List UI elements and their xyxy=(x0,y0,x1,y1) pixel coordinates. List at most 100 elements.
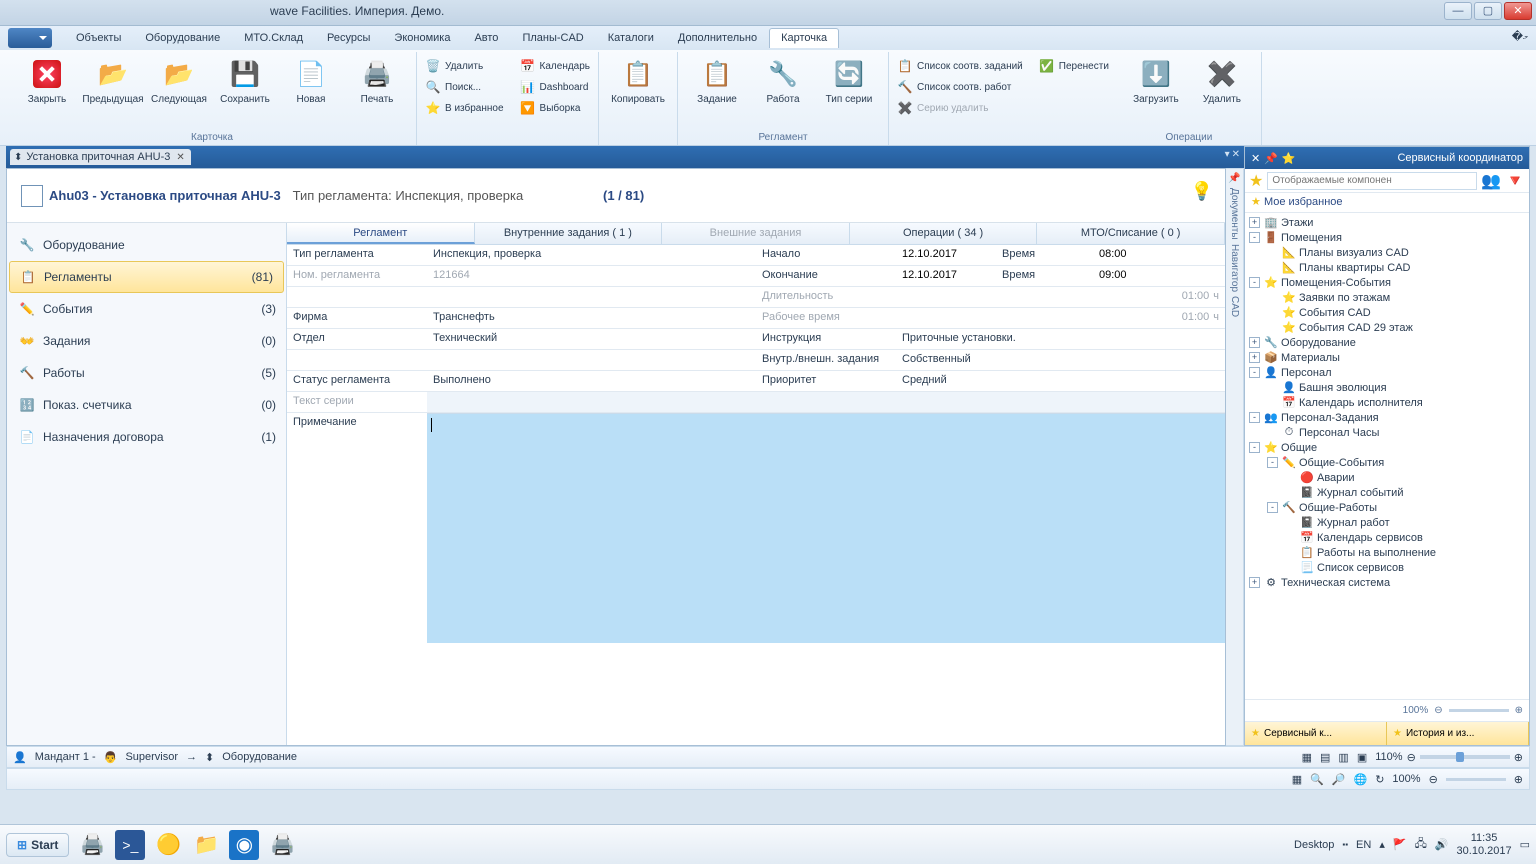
task-source-value[interactable]: Собственный xyxy=(896,350,1225,370)
view-mode-3-icon[interactable]: ▥ xyxy=(1338,751,1348,764)
zoom-out-icon[interactable]: ⊖ xyxy=(1429,773,1438,786)
app-zoom-slider[interactable] xyxy=(1446,778,1506,781)
ribbon-button[interactable]: 💾Сохранить xyxy=(214,54,276,128)
tree-node[interactable]: 📐Планы квартиры CAD xyxy=(1245,260,1529,275)
zoom-icon[interactable]: 🔎 xyxy=(1332,773,1346,786)
zoom-out-icon[interactable]: ⊖ xyxy=(1407,751,1416,764)
tree-node[interactable]: 👤Башня эволюция xyxy=(1245,380,1529,395)
nav-bottom-tab-1[interactable]: ★Сервисный к... xyxy=(1245,722,1387,745)
department-value[interactable]: Технический xyxy=(427,329,756,349)
view-mode-2-icon[interactable]: ▤ xyxy=(1320,751,1330,764)
tree-node[interactable]: +⚙Техническая система xyxy=(1245,575,1529,590)
instruction-value[interactable]: Приточные установки. xyxy=(896,329,1225,349)
clock[interactable]: 11:3530.10.2017 xyxy=(1457,832,1512,858)
ribbon-button[interactable]: 🖨️Печать xyxy=(346,54,408,128)
search-icon[interactable]: 🔍 xyxy=(1310,773,1324,786)
tree-node[interactable]: -🚪Помещения xyxy=(1245,230,1529,245)
end-time-value[interactable]: 09:00 xyxy=(1093,266,1193,286)
tree-node[interactable]: -⭐Помещения-События xyxy=(1245,275,1529,290)
zoom-in-icon[interactable]: ⊕ xyxy=(1514,773,1523,786)
status-value[interactable]: Выполнено xyxy=(427,371,756,391)
ribbon-button[interactable]: ⬇️Загрузить xyxy=(1125,54,1187,128)
show-desktop-button[interactable]: Desktop xyxy=(1294,839,1334,851)
pin-icon[interactable]: 📌 xyxy=(1228,173,1240,184)
nav-filter-icon[interactable]: 🔻 xyxy=(1505,171,1525,191)
ribbon-small-button[interactable]: 📊Dashboard xyxy=(516,77,594,97)
ribbon-button[interactable]: Закрыть xyxy=(16,54,78,128)
start-button[interactable]: ⊞Start xyxy=(6,833,69,857)
taskbar-device-icon[interactable]: 🖨️ xyxy=(267,830,297,860)
maximize-button[interactable]: ▢ xyxy=(1474,2,1502,20)
tree-node[interactable]: -✏️Общие-События xyxy=(1245,455,1529,470)
taskbar-chrome-icon[interactable]: 🟡 xyxy=(153,830,183,860)
zoom-in-icon[interactable]: ⊕ xyxy=(1514,751,1523,764)
tray-network-icon[interactable]: 🖧 xyxy=(1415,835,1427,854)
menu-item[interactable]: Каталоги xyxy=(596,28,666,48)
form-tab[interactable]: Регламент xyxy=(287,223,475,244)
tree-node[interactable]: -👤Персонал xyxy=(1245,365,1529,380)
tabstrip-close-icon[interactable]: ✕ xyxy=(1232,149,1240,160)
nav-favorites-link[interactable]: Мое избранное xyxy=(1264,196,1343,208)
tray-chevron-icon[interactable]: ▴ xyxy=(1379,838,1385,851)
view-mode-4-icon[interactable]: ▣ xyxy=(1357,751,1367,764)
taskbar-explorer-icon[interactable]: 📁 xyxy=(191,830,221,860)
tree-node[interactable]: 📅Календарь сервисов xyxy=(1245,530,1529,545)
ribbon-button[interactable]: 🔧Работа xyxy=(752,54,814,128)
document-tab[interactable]: ⬍ Установка приточная AHU-3 ✕ xyxy=(10,149,191,165)
tree-node[interactable]: 📅Календарь исполнителя xyxy=(1245,395,1529,410)
hint-bulb-icon[interactable]: 💡 xyxy=(1191,181,1213,202)
tabstrip-dropdown-icon[interactable]: ▾ xyxy=(1225,149,1230,160)
breadcrumb-equipment[interactable]: Оборудование xyxy=(222,751,297,763)
tree-node[interactable]: +📦Материалы xyxy=(1245,350,1529,365)
ribbon-small-button[interactable]: 🗑️Удалить xyxy=(421,56,508,76)
ribbon-button[interactable]: 📋Копировать xyxy=(607,54,669,128)
tree-node[interactable]: 📐Планы визуализ CAD xyxy=(1245,245,1529,260)
priority-value[interactable]: Средний xyxy=(896,371,1225,391)
zoom-in-icon[interactable]: ⊕ xyxy=(1515,705,1523,716)
fav-star-icon[interactable]: ★ xyxy=(1249,171,1263,191)
sidenav-item[interactable]: 👐Задания(0) xyxy=(7,325,286,357)
tree-node[interactable]: ⭐События CAD 29 этаж xyxy=(1245,320,1529,335)
ribbon-button[interactable]: ✖️Удалить xyxy=(1191,54,1253,128)
help-icon[interactable]: �މ xyxy=(1512,30,1528,44)
menu-item[interactable]: Оборудование xyxy=(133,28,232,48)
tree-node[interactable]: 📓Журнал событий xyxy=(1245,485,1529,500)
tree-node[interactable]: +🏢Этажи xyxy=(1245,215,1529,230)
nav-zoom-slider[interactable] xyxy=(1449,709,1509,712)
menu-item[interactable]: Карточка xyxy=(769,28,839,48)
sidenav-item[interactable]: 📄Назначения договора(1) xyxy=(7,421,286,453)
sidenav-item[interactable]: 🔢Показ. счетчика(0) xyxy=(7,389,286,421)
ribbon-small-button[interactable]: ✅Перенести xyxy=(1035,56,1113,76)
end-date-value[interactable]: 12.10.2017 xyxy=(896,266,996,286)
language-indicator[interactable]: EN xyxy=(1356,839,1371,851)
menu-item[interactable]: Дополнительно xyxy=(666,28,769,48)
ribbon-button[interactable]: 🔄Тип серии xyxy=(818,54,880,128)
ribbon-button[interactable]: 📂Предыдущая xyxy=(82,54,144,128)
tray-rect-icon[interactable]: ▭ xyxy=(1520,838,1530,851)
sidenav-item[interactable]: 🔨Работы(5) xyxy=(7,357,286,389)
tree-node[interactable]: ⭐События CAD xyxy=(1245,305,1529,320)
nav-star-icon[interactable]: ⭐ xyxy=(1282,152,1296,165)
form-tab[interactable]: МТО/Списание ( 0 ) xyxy=(1037,223,1225,244)
ribbon-button[interactable]: 📋Задание xyxy=(686,54,748,128)
close-button[interactable]: ✕ xyxy=(1504,2,1532,20)
zoom-out-icon[interactable]: ⊖ xyxy=(1434,705,1442,716)
tree-node[interactable]: 📓Журнал работ xyxy=(1245,515,1529,530)
view-mode-1-icon[interactable]: ▦ xyxy=(1302,751,1312,764)
menu-item[interactable]: Планы-CAD xyxy=(510,28,595,48)
form-tab[interactable]: Внутренние задания ( 1 ) xyxy=(475,223,663,244)
ribbon-small-button[interactable]: 📅Календарь xyxy=(516,56,594,76)
app-menu-button[interactable] xyxy=(8,28,52,48)
menu-item[interactable]: Экономика xyxy=(382,28,462,48)
ribbon-small-button[interactable]: 📋Список соотв. заданий xyxy=(893,56,1027,76)
side-tab-cad[interactable]: CAD xyxy=(1229,296,1240,317)
sidenav-item[interactable]: ✏️События(3) xyxy=(7,293,286,325)
tree-node[interactable]: -👥Персонал-Задания xyxy=(1245,410,1529,425)
nav-search-input[interactable] xyxy=(1267,172,1477,190)
tray-flag-icon[interactable]: 🚩 xyxy=(1393,838,1407,851)
note-textarea[interactable] xyxy=(427,413,1225,643)
tree-node[interactable]: -⭐Общие xyxy=(1245,440,1529,455)
tree-node[interactable]: 📋Работы на выполнение xyxy=(1245,545,1529,560)
start-date-value[interactable]: 12.10.2017 xyxy=(896,245,996,265)
tree-node[interactable]: 🔴Аварии xyxy=(1245,470,1529,485)
